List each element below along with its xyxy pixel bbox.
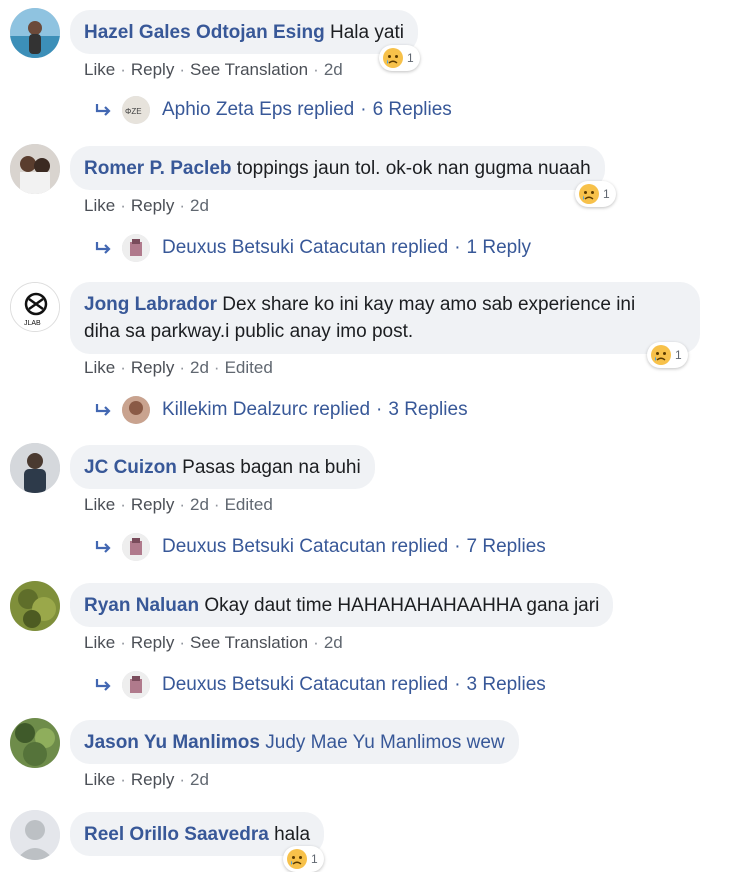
reply-arrow-icon xyxy=(95,103,111,117)
replier-avatar xyxy=(122,396,150,424)
replier-avatar xyxy=(122,234,150,262)
timestamp[interactable]: 2d xyxy=(190,196,209,215)
svg-text:ΦZE: ΦZE xyxy=(125,107,142,116)
reaction-count: 1 xyxy=(603,187,610,201)
reaction-count: 1 xyxy=(407,51,414,65)
sad-face-icon xyxy=(286,848,308,870)
replier-name: Killekim Dealzurc replied xyxy=(162,399,371,420)
timestamp[interactable]: 2d xyxy=(190,358,209,377)
reply-link[interactable]: Reply xyxy=(131,495,174,514)
avatar[interactable] xyxy=(10,581,60,631)
reply-arrow-icon xyxy=(95,241,111,255)
comment-actions: Like · Reply · See Translation · 2d xyxy=(84,60,343,79)
reaction-summary[interactable]: 1 xyxy=(647,342,688,368)
edited-label[interactable]: Edited xyxy=(225,495,273,514)
comment-bubble: Romer P. Pacleb toppings jaun tol. ok-ok… xyxy=(70,146,605,190)
comment-text: Hala yati xyxy=(330,22,404,43)
reply-link[interactable]: Reply xyxy=(131,358,174,377)
reply-count: 3 Replies xyxy=(466,674,546,695)
reaction-count: 1 xyxy=(675,348,682,362)
reply-link[interactable]: Reply xyxy=(131,770,174,789)
comment-author[interactable]: Reel Orillo Saavedra xyxy=(84,824,269,845)
edited-label[interactable]: Edited xyxy=(225,358,273,377)
comment-bubble: Ryan Naluan Okay daut time HAHAHAHAHAAHH… xyxy=(70,583,614,627)
sad-face-icon xyxy=(650,344,672,366)
comment-author[interactable]: Jason Yu Manlimos xyxy=(84,732,260,753)
reply-link[interactable]: Reply xyxy=(131,60,174,79)
timestamp[interactable]: 2d xyxy=(324,633,343,652)
comment-text: Pasas bagan na buhi xyxy=(182,457,361,478)
reaction-summary[interactable]: 1 xyxy=(283,846,324,872)
see-translation-link[interactable]: See Translation xyxy=(190,60,308,79)
comment-line-1: Jong Labrador Dex share ko ini kay may a… xyxy=(84,291,686,318)
replier-name: Deuxus Betsuki Catacutan replied xyxy=(162,536,449,557)
comment-author[interactable]: JC Cuizon xyxy=(84,457,177,478)
view-replies-link[interactable]: Deuxus Betsuki Catacutan replied · 7 Rep… xyxy=(94,533,546,561)
view-replies-link[interactable]: Deuxus Betsuki Catacutan replied · 1 Rep… xyxy=(94,234,531,262)
svg-text:JLAB: JLAB xyxy=(24,320,41,327)
timestamp[interactable]: 2d xyxy=(190,495,209,514)
comment-actions: Like · Reply · See Translation · 2d xyxy=(84,633,343,652)
comment-author[interactable]: Hazel Gales Odtojan Esing xyxy=(84,22,325,43)
comment-text: hala xyxy=(274,824,311,845)
sad-face-icon xyxy=(382,47,404,69)
comment-author[interactable]: Romer P. Pacleb xyxy=(84,158,232,179)
avatar[interactable] xyxy=(10,144,60,194)
view-replies-link[interactable]: Killekim Dealzurc replied · 3 Replies xyxy=(94,396,468,424)
timestamp[interactable]: 2d xyxy=(190,770,209,789)
avatar[interactable]: JLAB xyxy=(10,282,60,332)
comment-actions: Like · Reply · 2d xyxy=(84,196,209,215)
sad-face-icon xyxy=(578,183,600,205)
comment-bubble: Jong Labrador Dex share ko ini kay may a… xyxy=(70,282,700,354)
view-replies-link[interactable]: Deuxus Betsuki Catacutan replied · 3 Rep… xyxy=(94,671,546,699)
comment-author[interactable]: Ryan Naluan xyxy=(84,595,199,616)
like-link[interactable]: Like xyxy=(84,196,115,215)
avatar[interactable] xyxy=(10,810,60,860)
reply-arrow-icon xyxy=(95,403,111,417)
reaction-summary[interactable]: 1 xyxy=(575,181,616,207)
reaction-summary[interactable]: 1 xyxy=(379,45,420,71)
timestamp[interactable]: 2d xyxy=(324,60,343,79)
comment-text: Dex share ko ini kay may amo sab experie… xyxy=(222,294,636,315)
like-link[interactable]: Like xyxy=(84,770,115,789)
avatar[interactable] xyxy=(10,718,60,768)
comment-actions: Like · Reply · 2d · Edited xyxy=(84,358,273,377)
reaction-count: 1 xyxy=(311,852,318,866)
reply-link[interactable]: Reply xyxy=(131,196,174,215)
replier-avatar xyxy=(122,533,150,561)
comment-text: Judy Mae Yu Manlimos wew xyxy=(265,732,505,753)
reply-arrow-icon xyxy=(95,540,111,554)
comment-text-line-2: diha sa parkway.i public anay imo post. xyxy=(84,321,414,342)
comment-bubble: Hazel Gales Odtojan Esing Hala yati xyxy=(70,10,418,54)
comment-text: toppings jaun tol. ok-ok nan gugma nuaah xyxy=(236,158,591,179)
view-replies-link[interactable]: ΦZE Aphio Zeta Eps replied · 6 Replies xyxy=(94,96,452,124)
replier-name: Deuxus Betsuki Catacutan replied xyxy=(162,237,449,258)
like-link[interactable]: Like xyxy=(84,633,115,652)
replier-name: Aphio Zeta Eps replied xyxy=(162,99,355,120)
see-translation-link[interactable]: See Translation xyxy=(190,633,308,652)
replier-avatar xyxy=(122,671,150,699)
comment-author[interactable]: Jong Labrador xyxy=(84,294,217,315)
comment-actions: Like · Reply · 2d · Edited xyxy=(84,495,273,514)
like-link[interactable]: Like xyxy=(84,60,115,79)
reply-count: 1 Reply xyxy=(466,237,531,258)
reply-count: 6 Replies xyxy=(372,99,452,120)
comment-bubble: Jason Yu Manlimos Judy Mae Yu Manlimos w… xyxy=(70,720,519,764)
like-link[interactable]: Like xyxy=(84,495,115,514)
replier-avatar: ΦZE xyxy=(122,96,150,124)
reply-link[interactable]: Reply xyxy=(131,633,174,652)
comment-text: Okay daut time HAHAHAHAHAAHHA gana jari xyxy=(204,595,600,616)
comment-bubble: JC Cuizon Pasas bagan na buhi xyxy=(70,445,375,489)
avatar[interactable] xyxy=(10,443,60,493)
comment-actions: Like · Reply · 2d xyxy=(84,770,209,789)
reply-arrow-icon xyxy=(95,678,111,692)
reply-count: 3 Replies xyxy=(388,399,468,420)
reply-count: 7 Replies xyxy=(466,536,546,557)
replier-name: Deuxus Betsuki Catacutan replied xyxy=(162,674,449,695)
avatar[interactable] xyxy=(10,8,60,58)
like-link[interactable]: Like xyxy=(84,358,115,377)
